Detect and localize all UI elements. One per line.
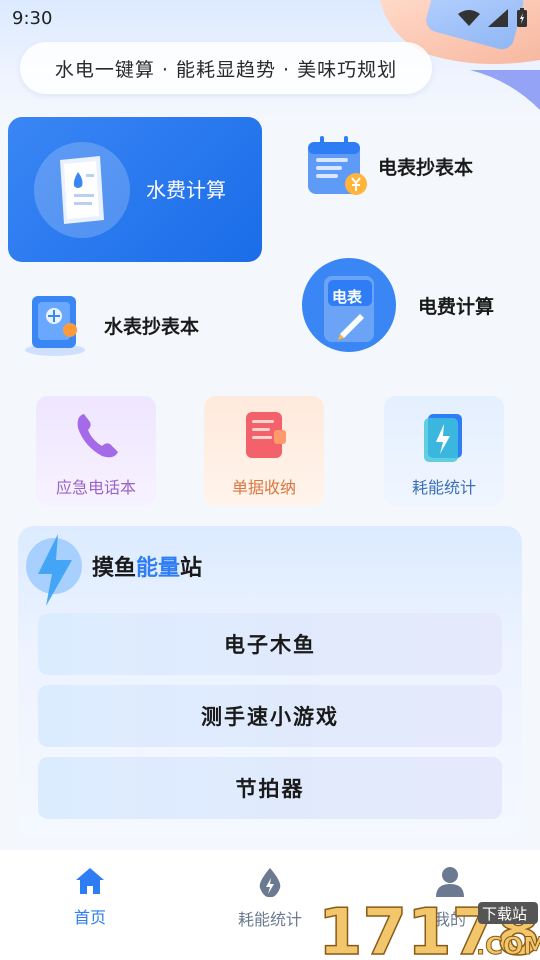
water-meter-icon — [25, 296, 85, 356]
electric-fee-label: 电费计算 — [418, 295, 495, 318]
wifi-icon — [458, 10, 480, 26]
water-meter-book[interactable]: 水表抄表本 — [22, 292, 199, 358]
tab-energy-stats[interactable]: 耗能统计 — [210, 866, 330, 930]
receipt-storage-tile[interactable]: 单据收纳 — [204, 396, 324, 506]
metronome-button[interactable]: 节拍器 — [38, 757, 502, 819]
energy-stats-label: 耗能统计 — [411, 478, 476, 497]
person-icon — [436, 867, 464, 897]
energy-bolt-icon — [26, 534, 82, 606]
battery-icon — [517, 8, 527, 27]
emergency-phonebook-label: 应急电话本 — [55, 478, 136, 497]
emergency-phonebook-tile[interactable]: 应急电话本 — [36, 396, 156, 506]
status-time: 9:30 — [12, 7, 53, 29]
electric-badge-label: 电表 — [332, 288, 363, 306]
phone-icon — [77, 414, 118, 458]
receipt-storage-label: 单据收纳 — [231, 478, 296, 497]
tab-energy-stats-label: 耗能统计 — [237, 910, 302, 929]
water-meter-book-label: 水表抄表本 — [104, 315, 200, 338]
wallet-icon — [246, 412, 286, 458]
energy-station-panel: 摸鱼能量站 电子木鱼 测手速小游戏 节拍器 — [18, 526, 522, 838]
electric-meter-book[interactable]: 电表抄表本 — [306, 134, 473, 198]
panel-title: 摸鱼能量站 — [92, 556, 203, 581]
tab-home[interactable]: 首页 — [30, 866, 150, 928]
status-bar: 9:30 — [0, 0, 540, 36]
slogan-banner: 水电一键算 · 能耗显趋势 · 美味巧规划 — [20, 42, 432, 94]
electric-fee[interactable]: 电表 电费计算 — [300, 256, 494, 354]
watermark-domain: .COM — [476, 932, 540, 960]
watermark-tag: 下载站 — [482, 905, 527, 923]
drop-bolt-icon — [259, 868, 281, 898]
receipt-icon — [34, 142, 130, 238]
electric-meter-book-label: 电表抄表本 — [378, 156, 474, 179]
lightning-card-icon — [424, 414, 462, 462]
home-icon — [76, 868, 104, 894]
water-fee-label: 水费计算 — [146, 178, 226, 202]
wooden-fish-button[interactable]: 电子木鱼 — [38, 613, 502, 675]
site-watermark: 17178 下载站 .COM — [317, 895, 540, 960]
tab-home-label: 首页 — [73, 908, 106, 927]
energy-stats-tile[interactable]: 耗能统计 — [384, 396, 504, 506]
speed-game-button[interactable]: 测手速小游戏 — [38, 685, 502, 747]
calendar-meter-icon — [308, 136, 367, 195]
signal-icon — [488, 9, 508, 27]
